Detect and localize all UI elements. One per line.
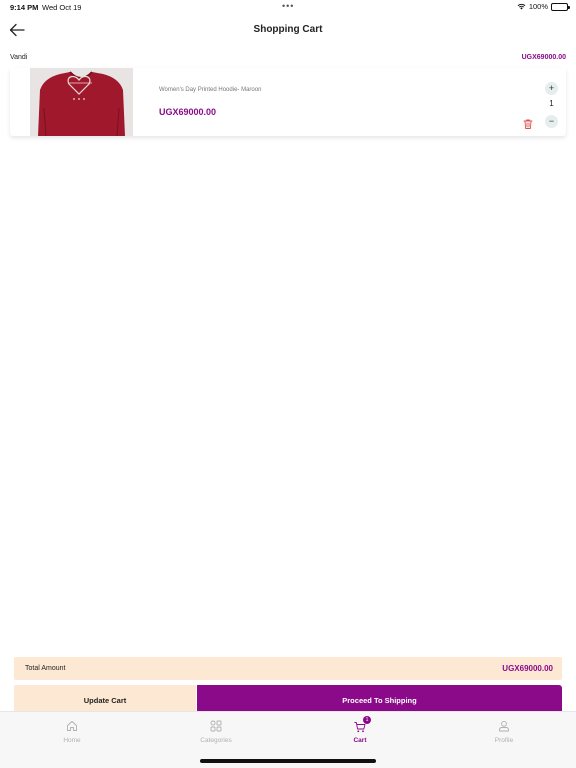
vendor-name: Vandi [10,54,28,61]
vendor-row: Vandi UGX69000.00 [10,54,566,66]
tab-cart[interactable]: 1 Cart [288,716,432,744]
product-name: Women's Day Printed Hoodie- Maroon [159,87,262,93]
status-bar: 9:14 PM Wed Oct 19 ••• 100% [0,0,576,14]
header: Shopping Cart [0,16,576,44]
battery-percent: 100% [528,2,548,11]
tab-label-profile: Profile [494,737,514,744]
total-amount: UGX69000.00 [502,664,553,673]
status-date: Wed Oct 19 [42,3,82,12]
home-indicator [200,759,376,763]
home-icon [67,721,77,731]
cart-count-badge: 1 [363,716,371,724]
cart-item-card: Women's Day Printed Hoodie- Maroon UGX69… [10,68,566,136]
tab-label-home: Home [63,737,81,744]
quantity-value: 1 [549,99,554,108]
trash-icon[interactable] [522,118,534,130]
product-price: UGX69000.00 [159,107,217,117]
multitasking-dots-icon[interactable]: ••• [282,1,294,11]
tab-label-categories: Categories [200,737,232,744]
quantity-decrease-button[interactable]: − [545,115,558,128]
quantity-increase-button[interactable]: + [545,82,558,95]
tab-label-cart: Cart [353,737,367,744]
vendor-subtotal: UGX69000.00 [521,54,566,61]
grid-icon [210,720,222,732]
page-title: Shopping Cart [253,24,323,35]
person-icon [499,720,509,732]
tab-categories[interactable]: Categories [144,720,288,744]
total-amount-bar: Total Amount UGX69000.00 [14,657,562,680]
tab-profile[interactable]: Profile [432,720,576,744]
status-right: 100% [517,2,570,11]
tab-home[interactable]: Home [0,720,144,744]
product-image[interactable] [30,68,133,136]
total-label: Total Amount [25,665,66,672]
wifi-icon [517,3,526,10]
battery-icon [551,2,570,11]
status-time: 9:14 PM [10,3,39,12]
hoodie-picture [30,68,133,136]
cart-icon-wrapper: 1 [354,716,371,733]
